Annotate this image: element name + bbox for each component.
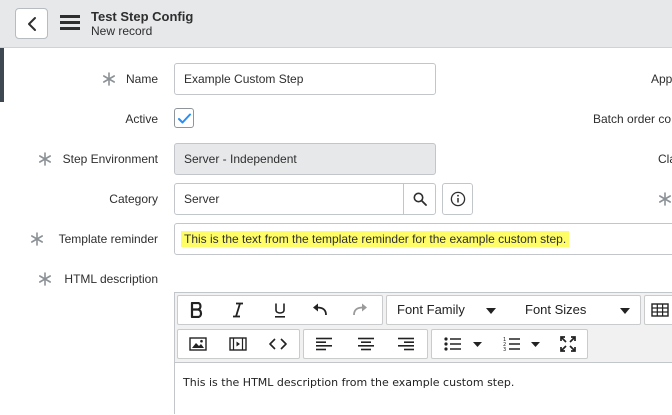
table-button[interactable] bbox=[645, 296, 672, 324]
font-group: Font Family Font Sizes bbox=[386, 295, 641, 325]
category-lookup-button[interactable] bbox=[403, 183, 436, 215]
chevron-down-icon bbox=[486, 308, 496, 314]
html-description-editor[interactable]: This is the HTML description from the ex… bbox=[175, 362, 672, 415]
video-icon bbox=[229, 337, 247, 351]
form-header: Test Step Config New record bbox=[0, 0, 672, 48]
hamburger-menu-icon[interactable] bbox=[60, 15, 80, 31]
underline-button[interactable] bbox=[260, 296, 300, 324]
image-icon bbox=[189, 337, 207, 351]
chevron-down-icon bbox=[473, 342, 482, 347]
align-right-button[interactable] bbox=[386, 330, 426, 358]
category-label: Category bbox=[109, 192, 158, 206]
template-reminder-field[interactable]: This is the text from the template remin… bbox=[174, 223, 672, 255]
chevron-left-icon bbox=[28, 17, 36, 31]
active-label: Active bbox=[125, 112, 158, 126]
redo-button[interactable] bbox=[340, 296, 380, 324]
svg-text:3: 3 bbox=[503, 347, 506, 351]
html-description-label: HTML description bbox=[64, 272, 158, 286]
numbered-list-button[interactable]: 123 bbox=[492, 330, 550, 358]
italic-icon bbox=[233, 302, 243, 318]
required-asterisk-icon bbox=[102, 72, 115, 86]
required-asterisk-icon bbox=[658, 192, 671, 206]
name-input[interactable]: Example Custom Step bbox=[174, 63, 436, 95]
insert-image-button[interactable] bbox=[178, 330, 218, 358]
align-left-icon bbox=[316, 337, 332, 351]
name-label: Name bbox=[125, 72, 158, 86]
chevron-down-icon bbox=[620, 308, 630, 314]
page-title: Test Step Config bbox=[91, 9, 194, 24]
active-checkbox[interactable] bbox=[174, 108, 194, 128]
chevron-down-icon bbox=[531, 342, 540, 347]
bold-icon bbox=[190, 302, 203, 318]
alignment-group bbox=[303, 329, 428, 359]
required-asterisk-icon bbox=[30, 232, 43, 246]
editor-content: This is the HTML description from the ex… bbox=[183, 376, 515, 389]
page-subtitle: New record bbox=[91, 24, 153, 38]
fullscreen-icon bbox=[560, 336, 576, 352]
font-sizes-dropdown[interactable]: Font Sizes bbox=[525, 302, 586, 317]
back-button[interactable] bbox=[15, 8, 48, 39]
align-center-icon bbox=[358, 337, 374, 351]
application-label: App bbox=[651, 72, 672, 86]
search-icon bbox=[413, 192, 427, 206]
required-asterisk-icon bbox=[38, 152, 51, 166]
source-code-button[interactable] bbox=[258, 330, 298, 358]
left-edge-bar bbox=[0, 48, 4, 102]
category-info-button[interactable] bbox=[442, 183, 473, 215]
numbered-list-icon: 123 bbox=[503, 337, 520, 351]
template-reminder-text: This is the text from the template remin… bbox=[181, 231, 570, 247]
class-label: Cla bbox=[658, 152, 672, 166]
code-icon bbox=[269, 338, 287, 350]
required-asterisk-icon bbox=[38, 272, 51, 286]
batch-order-label: Batch order co bbox=[593, 112, 672, 126]
info-icon bbox=[450, 191, 466, 207]
insert-group bbox=[177, 329, 300, 359]
category-input[interactable]: Server bbox=[174, 183, 404, 215]
font-family-dropdown[interactable]: Font Family bbox=[397, 302, 465, 317]
undo-icon bbox=[313, 303, 327, 316]
bullet-list-button[interactable] bbox=[432, 330, 492, 358]
align-right-icon bbox=[398, 337, 414, 351]
checkmark-icon bbox=[178, 113, 191, 124]
insert-video-button[interactable] bbox=[218, 330, 258, 358]
undo-button[interactable] bbox=[300, 296, 340, 324]
list-group: 123 bbox=[431, 329, 588, 359]
underline-icon bbox=[275, 303, 285, 318]
table-group bbox=[644, 295, 672, 325]
bold-button[interactable] bbox=[178, 296, 216, 324]
table-icon bbox=[651, 303, 669, 317]
align-center-button[interactable] bbox=[346, 330, 386, 358]
template-reminder-label: Template reminder bbox=[58, 232, 158, 246]
step-environment-label: Step Environment bbox=[62, 152, 158, 166]
formatting-group bbox=[177, 295, 383, 325]
align-left-button[interactable] bbox=[304, 330, 344, 358]
fullscreen-button[interactable] bbox=[550, 330, 586, 358]
bullet-list-icon bbox=[444, 337, 461, 351]
redo-icon bbox=[353, 303, 367, 316]
step-environment-field: Server - Independent bbox=[174, 143, 436, 175]
italic-button[interactable] bbox=[218, 296, 258, 324]
